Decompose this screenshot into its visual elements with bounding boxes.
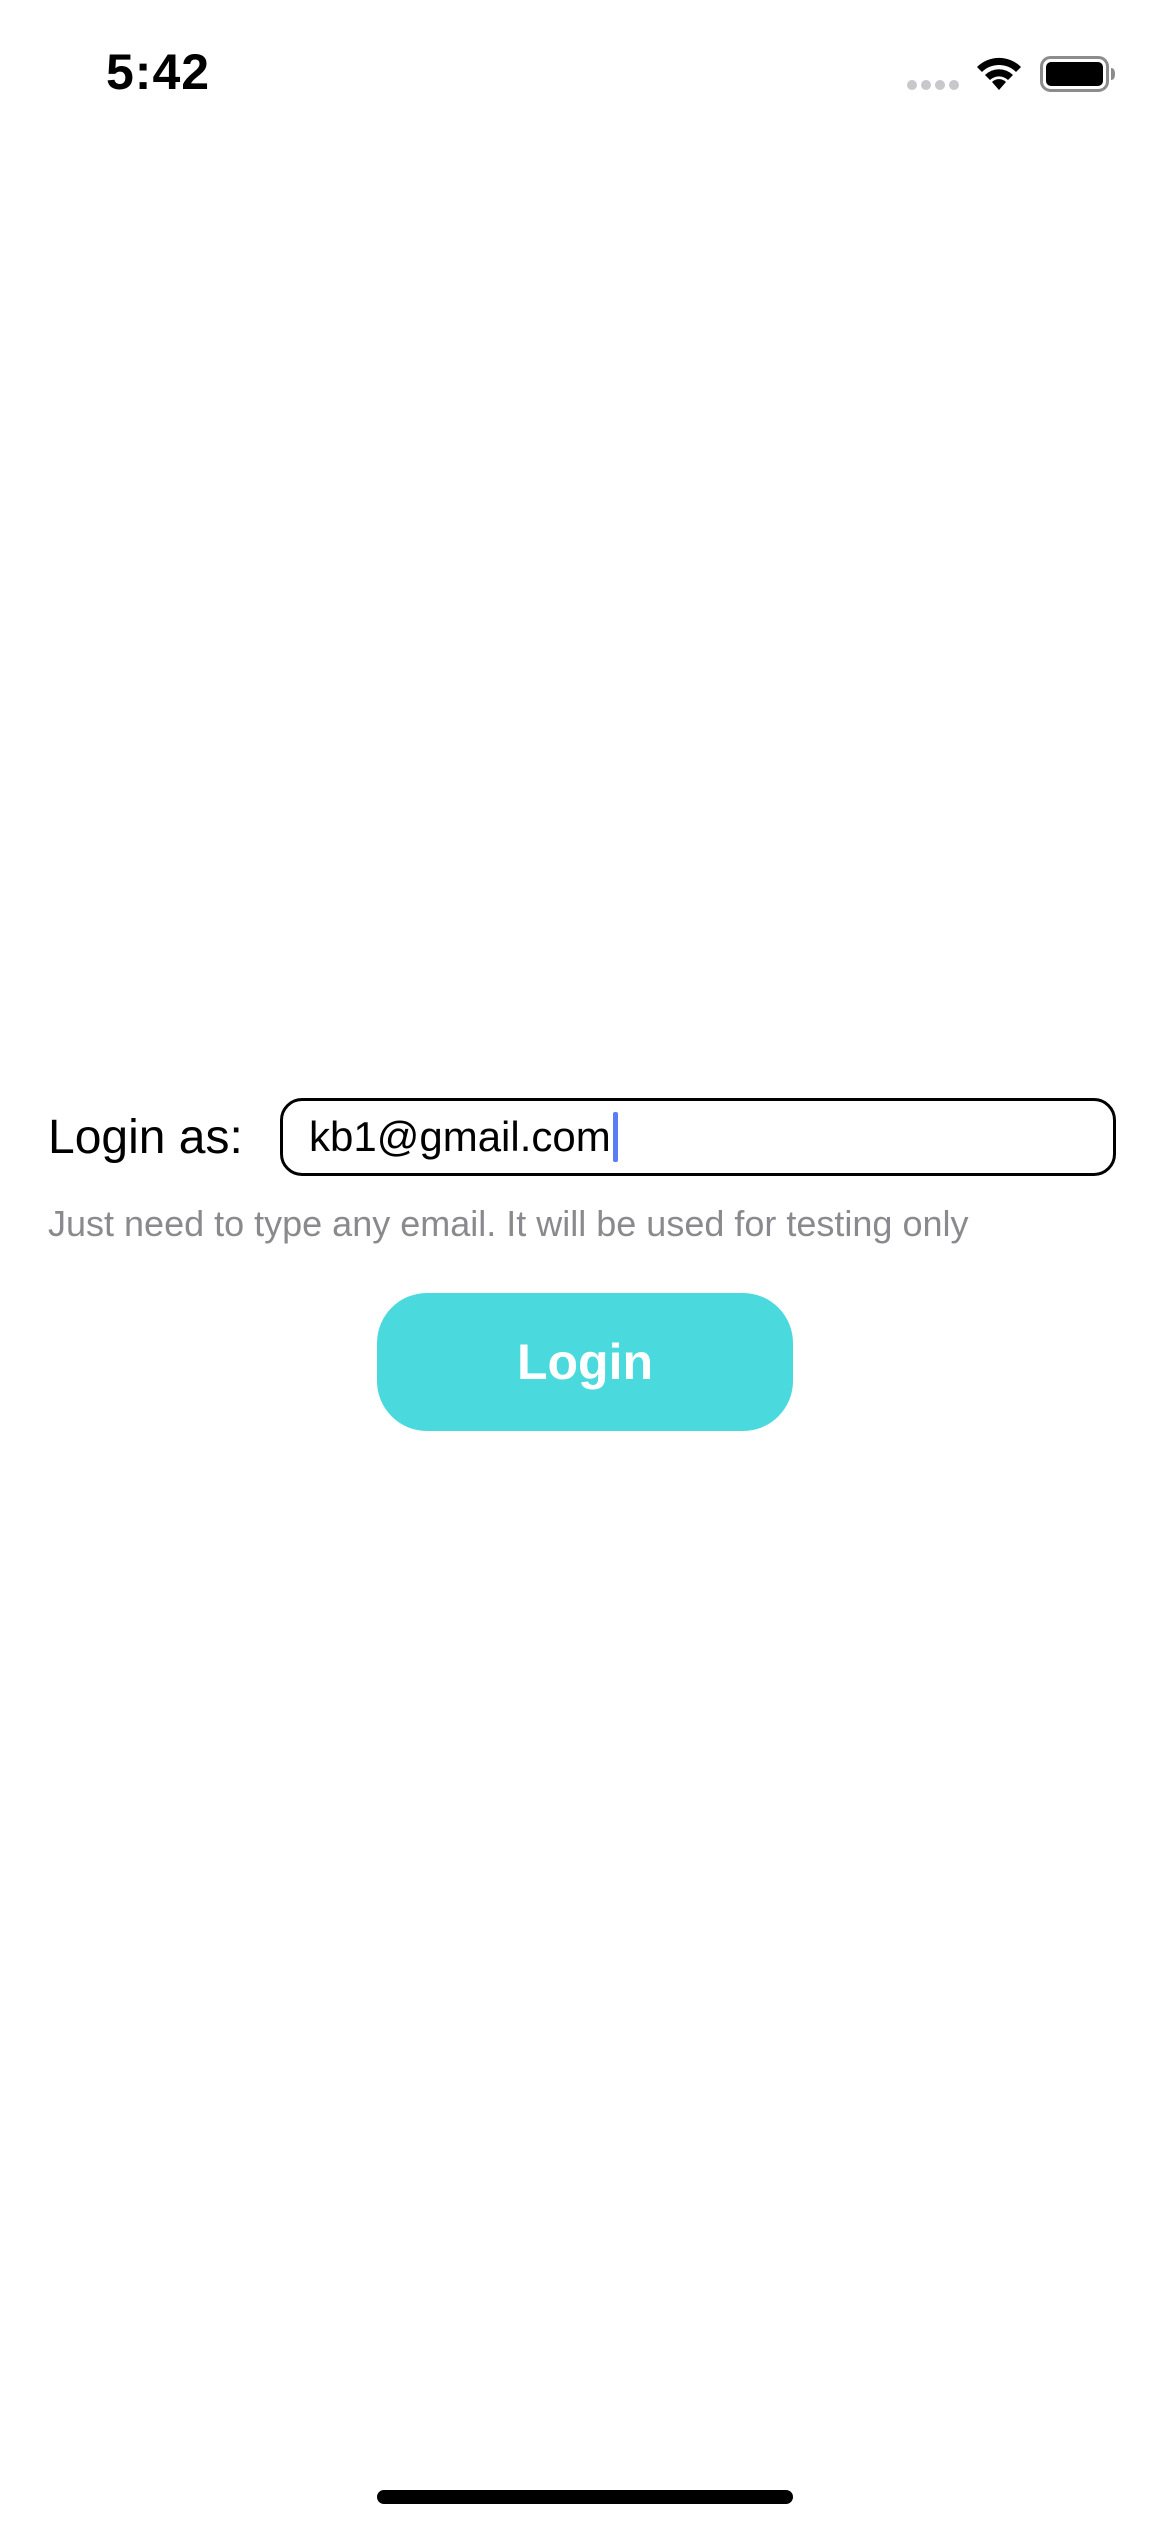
battery-icon	[1040, 56, 1115, 92]
helper-text: Just need to type any email. It will be …	[48, 1203, 969, 1244]
login-as-label: Login as:	[48, 1111, 243, 1164]
status-bar-time: 5:42	[106, 44, 211, 100]
email-field[interactable]: kb1@gmail.com	[280, 1098, 1116, 1176]
text-caret	[612, 1112, 618, 1162]
wifi-icon	[977, 57, 1021, 90]
cellular-signal-icon	[907, 80, 961, 90]
email-field-value[interactable]: kb1@gmail.com	[309, 1109, 611, 1165]
home-indicator[interactable]	[377, 2490, 793, 2504]
login-button[interactable]: Login	[377, 1293, 793, 1431]
login-button-label: Login	[516, 1334, 654, 1390]
